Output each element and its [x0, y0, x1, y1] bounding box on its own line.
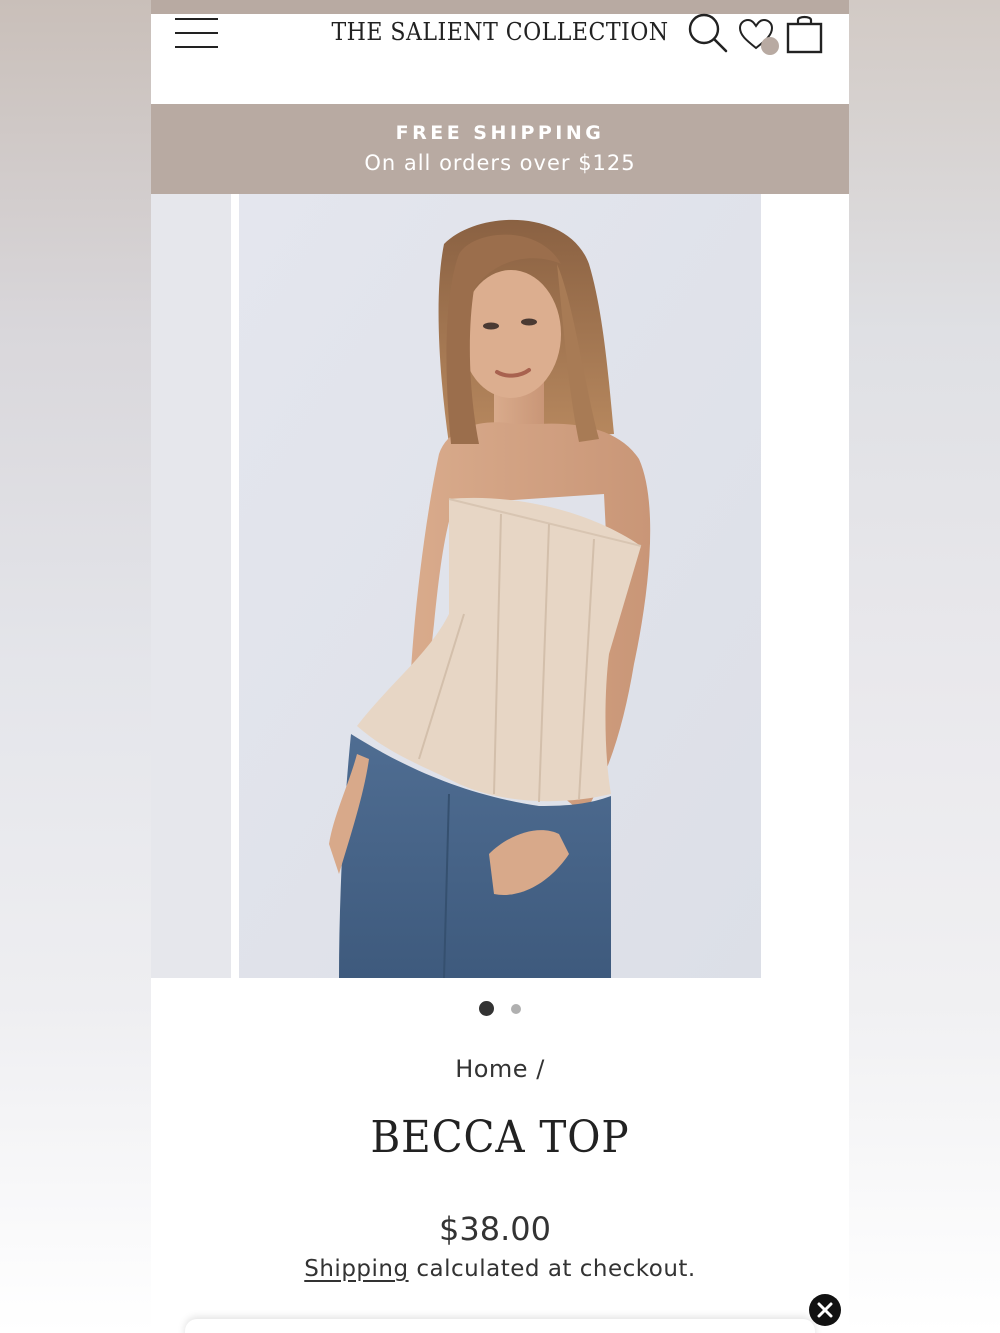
- close-x-icon[interactable]: [809, 1294, 841, 1326]
- breadcrumb-separator: /: [536, 1055, 545, 1083]
- gallery-pagination: [151, 1001, 849, 1017]
- brand-logo-text[interactable]: THE SALIENT COLLECTION: [317, 18, 683, 46]
- breadcrumb: Home /: [151, 1055, 849, 1083]
- product-price: $38.00: [439, 1210, 551, 1248]
- product-gallery[interactable]: [151, 194, 849, 978]
- announcement-title: FREE SHIPPING: [395, 122, 605, 144]
- heart-icon[interactable]: [738, 18, 782, 60]
- background-blur-right: [849, 0, 1000, 1333]
- pagination-dot[interactable]: [511, 1004, 521, 1014]
- background-blur-left: [0, 0, 151, 1333]
- announcement-bar[interactable]: FREE SHIPPING On all orders over $125: [151, 104, 849, 194]
- shipping-note: Shipping calculated at checkout.: [151, 1256, 849, 1282]
- breadcrumb-home-link[interactable]: Home: [455, 1055, 528, 1083]
- shipping-note-text: calculated at checkout.: [408, 1256, 696, 1282]
- bottom-popup-sheet[interactable]: [185, 1319, 815, 1333]
- mobile-page: THE SALIENT COLLECTION FREE SHIPPING On …: [151, 0, 849, 1333]
- shipping-link[interactable]: Shipping: [304, 1256, 408, 1282]
- pagination-dot-active[interactable]: [479, 1001, 494, 1016]
- hamburger-menu-icon[interactable]: [175, 16, 219, 50]
- previous-slide-peek[interactable]: [151, 194, 231, 978]
- shopping-bag-icon[interactable]: [785, 14, 825, 56]
- product-image[interactable]: [239, 194, 761, 978]
- product-title: BECCA TOP: [370, 1112, 630, 1163]
- model-photo-illustration: [239, 194, 761, 978]
- top-color-strip: [151, 0, 849, 14]
- search-icon[interactable]: [687, 12, 729, 54]
- announcement-subtitle: On all orders over $125: [364, 151, 636, 175]
- site-header: THE SALIENT COLLECTION: [151, 12, 849, 104]
